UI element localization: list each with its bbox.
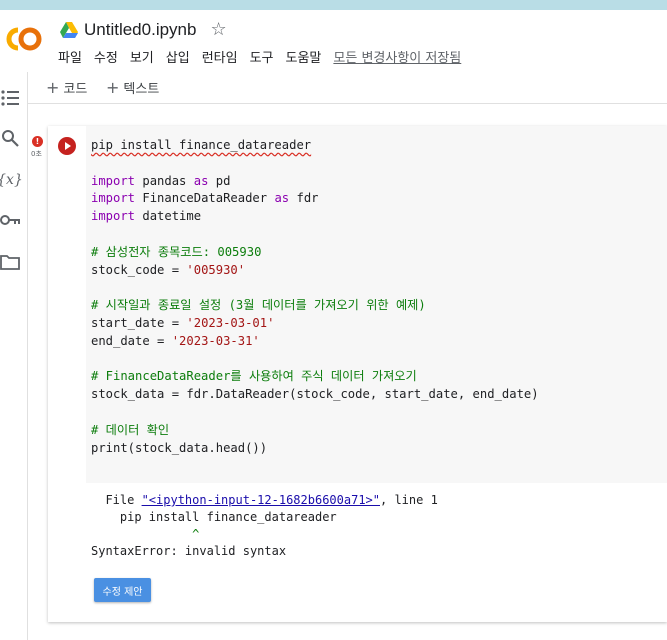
code-line: # 데이터 확인 <box>91 422 539 440</box>
code-token: '2023-03-01' <box>186 315 275 330</box>
code-token: start_date = <box>91 315 187 330</box>
code-token: stock_data = fdr.DataReader(stock_code, … <box>91 387 539 402</box>
menu-help[interactable]: 도움말 <box>286 47 322 66</box>
code-token: import <box>91 191 136 206</box>
code-line: start_date = '2023-03-01' <box>91 315 539 333</box>
code-token: import <box>91 209 136 224</box>
traceback-text: File "<ipython-input-12-1682b6600a71>", … <box>91 492 438 560</box>
code-editor[interactable]: pip install finance_datareaderimport pan… <box>86 126 667 483</box>
search-icon[interactable] <box>0 128 20 148</box>
star-icon[interactable]: ☆ <box>210 21 226 39</box>
code-line: import datetime <box>91 208 539 226</box>
code-line: import pandas as pd <box>91 173 539 191</box>
google-drive-icon <box>60 22 78 38</box>
colab-logo[interactable] <box>4 26 44 52</box>
syntax-error-message: SyntaxError: invalid syntax <box>91 544 287 558</box>
code-token: end_date = <box>91 333 172 348</box>
code-token: as <box>274 191 290 206</box>
plus-icon: + <box>106 78 120 97</box>
code-line: stock_code = '005930' <box>91 262 539 280</box>
code-token: fdr <box>289 191 319 206</box>
title-row: Untitled0.ipynb ☆ <box>60 18 227 42</box>
code-token: FinanceDataReader <box>135 191 275 206</box>
run-cell-button[interactable] <box>58 137 76 155</box>
code-line: # 삼성전자 종목코드: 005930 <box>91 244 539 262</box>
code-line: end_date = '2023-03-31' <box>91 333 539 351</box>
code-token: # 데이터 확인 <box>91 422 170 437</box>
code-token: '2023-03-31' <box>171 333 260 348</box>
code-line: stock_data = fdr.DataReader(stock_code, … <box>91 386 539 404</box>
traceback-file-link[interactable]: "<ipython-input-12-1682b6600a71>" <box>142 493 380 507</box>
save-status-link[interactable]: 모든 변경사항이 저장됨 <box>333 47 461 66</box>
traceback-source-line: pip install finance_datareader <box>91 510 337 524</box>
add-code-button[interactable]: + 코드 <box>46 78 87 97</box>
traceback-file-prefix: File <box>91 493 142 507</box>
code-token: pandas <box>135 173 194 188</box>
menu-file[interactable]: 파일 <box>58 47 82 66</box>
toolbar: + 코드 + 텍스트 <box>0 72 667 104</box>
traceback-caret: ^ <box>91 527 200 541</box>
code-token: # FinanceDataReader를 사용하여 주식 데이터 가져오기 <box>91 369 417 384</box>
execution-time: 0초 <box>31 150 42 158</box>
code-token: stock_code = <box>91 262 187 277</box>
menu-bar: 파일 수정 보기 삽입 런타임 도구 도움말 모든 변경사항이 저장됨 <box>58 47 473 66</box>
code-token: as <box>193 173 209 188</box>
code-line: print(stock_data.head()) <box>91 440 539 458</box>
code-token: '005930' <box>186 262 246 277</box>
code-line: # 시작일과 종료일 설정 (3월 데이터를 가져오기 위한 예제) <box>91 297 539 315</box>
menu-edit[interactable]: 수정 <box>94 47 118 66</box>
menu-runtime[interactable]: 런타임 <box>202 47 238 66</box>
code-token: pd <box>208 173 231 188</box>
menu-tools[interactable]: 도구 <box>250 47 274 66</box>
table-of-contents-icon[interactable] <box>0 88 20 108</box>
add-code-label: 코드 <box>63 82 88 97</box>
add-text-button[interactable]: + 텍스트 <box>106 78 159 97</box>
menu-insert[interactable]: 삽입 <box>166 47 190 66</box>
cell-output: File "<ipython-input-12-1682b6600a71>", … <box>86 483 667 622</box>
error-indicator-icon: ! <box>32 136 43 147</box>
code-token: datetime <box>135 209 202 224</box>
header: Untitled0.ipynb ☆ 파일 수정 보기 삽입 런타임 도구 도움말… <box>0 10 667 72</box>
code-text[interactable]: pip install finance_datareaderimport pan… <box>91 137 539 457</box>
traceback-file-suffix: , line 1 <box>380 493 438 507</box>
code-line: import FinanceDataReader as fdr <box>91 190 539 208</box>
code-token: # 시작일과 종료일 설정 (3월 데이터를 가져오기 위한 예제) <box>91 298 426 313</box>
variables-icon[interactable]: {x} <box>0 170 23 190</box>
code-cell[interactable]: pip install finance_datareader import pan… <box>48 126 667 622</box>
browser-top-strip <box>0 0 667 10</box>
notebook-title[interactable]: Untitled0.ipynb <box>84 20 196 40</box>
code-token: pip install finance_datareader <box>91 138 312 152</box>
cell-status-gutter: ! 0초 <box>28 132 48 172</box>
code-token: print(stock_data.head()) <box>91 440 268 455</box>
add-text-label: 텍스트 <box>123 82 160 97</box>
folder-icon[interactable] <box>0 252 20 272</box>
code-line: pip install finance_datareader <box>91 137 539 155</box>
code-token: # 삼성전자 종목코드: 005930 <box>91 244 262 259</box>
secrets-key-icon[interactable] <box>0 210 20 230</box>
suggest-fix-button[interactable]: 수정 제안 <box>94 578 151 602</box>
code-line: # FinanceDataReader를 사용하여 주식 데이터 가져오기 <box>91 368 539 386</box>
left-sidebar: {x} <box>0 72 28 640</box>
menu-view[interactable]: 보기 <box>130 47 154 66</box>
plus-icon: + <box>46 78 60 97</box>
code-token: import <box>91 173 136 188</box>
